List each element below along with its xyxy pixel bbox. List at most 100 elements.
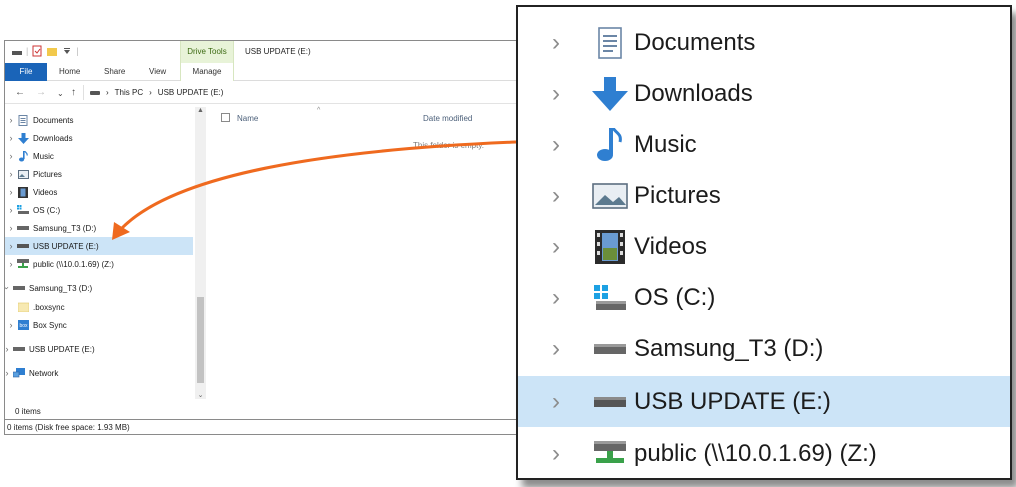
expand-chevron-icon[interactable]: › <box>5 133 17 143</box>
nav-item-label: Network <box>29 368 59 378</box>
quick-access-toolbar: | | <box>11 45 79 57</box>
network-icon <box>13 368 25 379</box>
back-icon[interactable]: ← <box>15 87 25 98</box>
zoom-item-public-network-drive[interactable]: › public (\\10.0.1.69) (Z:) <box>518 428 1010 478</box>
expand-chevron-icon[interactable]: › <box>5 368 13 378</box>
music-icon <box>588 127 632 163</box>
zoom-item-usb-update-drive[interactable]: › USB UPDATE (E:) <box>518 376 1010 427</box>
expand-chevron-icon[interactable]: › <box>5 115 17 125</box>
nav-item-samsung-drive-expanded[interactable]: › Samsung_T3 (D:) <box>5 279 189 297</box>
nav-item-videos[interactable]: › Videos <box>5 183 193 201</box>
toolbar-divider: | <box>26 46 29 56</box>
expand-chevron-icon[interactable]: › <box>5 320 17 330</box>
navigation-pane-scrollbar[interactable]: ▲ ⌄ <box>195 107 206 399</box>
svg-text:box: box <box>19 323 28 329</box>
select-all-checkbox[interactable] <box>221 113 230 122</box>
expand-chevron-icon[interactable]: › <box>5 205 17 215</box>
properties-icon[interactable] <box>31 45 43 57</box>
nav-item-samsung-drive[interactable]: › Samsung_T3 (D:) <box>5 219 193 237</box>
nav-item-label: Pictures <box>33 169 62 179</box>
nav-item-box-sync[interactable]: › box Box Sync <box>5 316 193 334</box>
os-drive-icon <box>17 205 29 216</box>
pictures-icon <box>17 169 29 180</box>
drive-icon <box>17 241 29 252</box>
nav-item-public-network-drive[interactable]: › public (\\10.0.1.69) (Z:) <box>5 255 193 273</box>
zoom-item-label: Samsung_T3 (D:) <box>634 334 824 362</box>
zoom-item-label: Downloads <box>634 79 753 107</box>
nav-item-label: USB UPDATE (E:) <box>33 241 99 251</box>
zoom-item-label: public (\\10.0.1.69) (Z:) <box>634 439 877 467</box>
tab-view[interactable]: View <box>149 67 166 76</box>
expand-chevron-icon[interactable]: › <box>518 233 588 261</box>
network-drive-icon <box>588 436 632 472</box>
scroll-up-icon[interactable]: ▲ <box>195 107 206 114</box>
new-folder-icon[interactable] <box>46 45 58 57</box>
zoom-item-music[interactable]: › Music <box>518 119 1010 170</box>
nav-item-network[interactable]: › Network <box>5 364 189 382</box>
expand-chevron-icon[interactable]: › <box>5 169 17 179</box>
expand-chevron-icon[interactable]: › <box>518 80 588 108</box>
tab-home[interactable]: Home <box>59 67 80 76</box>
videos-icon <box>17 186 29 198</box>
forward-icon[interactable]: → <box>36 87 46 98</box>
expand-chevron-icon[interactable]: › <box>5 241 17 251</box>
breadcrumb-drive[interactable]: USB UPDATE (E:) <box>158 88 224 97</box>
up-icon[interactable]: ↑ <box>71 87 76 98</box>
nav-item-documents[interactable]: › Documents <box>5 111 193 129</box>
sort-caret-icon: ^ <box>317 107 321 114</box>
expand-chevron-icon[interactable]: › <box>5 187 17 197</box>
zoom-item-downloads[interactable]: › Downloads <box>518 68 1010 119</box>
breadcrumb-this-pc[interactable]: This PC <box>115 88 143 97</box>
nav-item-label: Documents <box>33 115 74 125</box>
scrollbar-thumb[interactable] <box>197 297 204 383</box>
expand-chevron-icon[interactable]: › <box>518 388 588 416</box>
expand-chevron-icon[interactable]: › <box>518 131 588 159</box>
zoom-item-label: Documents <box>634 28 756 56</box>
expand-chevron-icon[interactable]: › <box>5 223 17 233</box>
box-sync-icon: box <box>17 320 29 331</box>
zoom-item-label: OS (C:) <box>634 283 716 311</box>
nav-item-downloads[interactable]: › Downloads <box>5 129 193 147</box>
expand-chevron-icon[interactable]: › <box>518 182 588 210</box>
expand-chevron-icon[interactable]: › <box>5 344 13 354</box>
status-item-count: 0 items <box>15 407 41 416</box>
zoom-item-samsung-drive[interactable]: › Samsung_T3 (D:) <box>518 323 1010 374</box>
tab-file[interactable]: File <box>5 63 47 81</box>
nav-item-pictures[interactable]: › Pictures <box>5 165 193 183</box>
nav-item-label: Downloads <box>33 133 73 143</box>
tab-manage[interactable]: Manage <box>180 63 234 81</box>
column-name[interactable]: Name <box>237 114 258 123</box>
zoom-item-os-drive[interactable]: › OS (C:) <box>518 272 1010 323</box>
nav-item-boxsync-folder[interactable]: .boxsync <box>5 298 193 316</box>
tab-share[interactable]: Share <box>104 67 125 76</box>
nav-item-label: Samsung_T3 (D:) <box>33 223 97 233</box>
zoom-item-pictures[interactable]: › Pictures <box>518 170 1010 221</box>
nav-item-label: Samsung_T3 (D:) <box>29 283 93 293</box>
nav-item-usb-update-drive[interactable]: › USB UPDATE (E:) <box>5 237 193 255</box>
nav-item-os-drive[interactable]: › OS (C:) <box>5 201 193 219</box>
scroll-down-icon[interactable]: ⌄ <box>195 391 206 399</box>
expand-chevron-icon[interactable]: › <box>518 440 588 468</box>
customize-toolbar-icon[interactable] <box>61 45 73 57</box>
zoom-item-videos[interactable]: › Videos <box>518 221 1010 272</box>
collapse-chevron-icon[interactable]: › <box>5 282 12 294</box>
column-date-modified[interactable]: Date modified <box>423 114 472 123</box>
expand-chevron-icon[interactable]: › <box>518 29 588 57</box>
address-bar[interactable]: › This PC › USB UPDATE (E:) <box>83 85 523 100</box>
music-icon <box>17 150 29 162</box>
drive-icon[interactable] <box>11 45 23 57</box>
nav-item-music[interactable]: › Music <box>5 147 193 165</box>
empty-folder-message: This folder is empty. <box>413 141 484 150</box>
zoom-item-documents[interactable]: › Documents <box>518 17 1010 68</box>
nav-item-label: Music <box>33 151 54 161</box>
zoom-item-label: USB UPDATE (E:) <box>634 387 831 415</box>
downloads-icon <box>588 76 632 112</box>
expand-chevron-icon[interactable]: › <box>5 151 17 161</box>
nav-item-usb-update-drive-root[interactable]: › USB UPDATE (E:) <box>5 340 189 358</box>
expand-chevron-icon[interactable]: › <box>518 284 588 312</box>
expand-chevron-icon[interactable]: › <box>518 335 588 363</box>
file-explorer-window: | | Drive Tools USB UPDATE (E:) File Hom… <box>4 40 524 435</box>
expand-chevron-icon[interactable]: › <box>5 259 17 269</box>
recent-locations-icon[interactable]: ⌄ <box>57 89 64 98</box>
videos-icon <box>588 229 632 265</box>
